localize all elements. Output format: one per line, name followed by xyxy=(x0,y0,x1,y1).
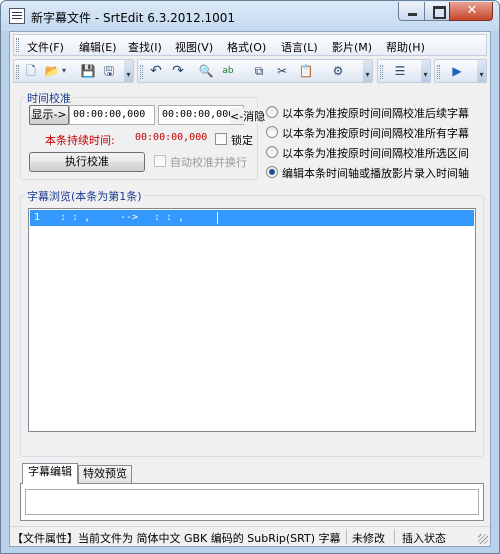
app-window: 新字幕文件 - SrtEdit 6.3.2012.1001 ✕ 文件(F) 编辑… xyxy=(0,0,500,554)
title-bar[interactable]: 新字幕文件 - SrtEdit 6.3.2012.1001 ✕ xyxy=(1,1,499,31)
tab-subtitle-edit[interactable]: 字幕编辑 xyxy=(22,463,78,484)
start-time-field[interactable]: 00:00:00,000 xyxy=(69,105,155,125)
option-label-range[interactable]: 以本条为准按原时间间隔校准所选区间 xyxy=(282,145,469,161)
lock-checkbox[interactable] xyxy=(215,133,227,145)
resize-grip[interactable] xyxy=(478,534,488,544)
toolbar-grip[interactable] xyxy=(140,65,143,79)
display-button[interactable]: 显示-> xyxy=(29,105,69,125)
replace-icon[interactable]: ab xyxy=(220,63,236,79)
row-index: 1 xyxy=(34,212,41,223)
save-icon[interactable]: 💾 xyxy=(80,63,96,79)
cut-icon[interactable]: ✂ xyxy=(274,63,290,79)
toolbar-grip[interactable] xyxy=(437,65,440,79)
open-folder-icon[interactable]: 📂 xyxy=(44,63,60,79)
paste-icon[interactable]: 📋 xyxy=(298,63,314,79)
option-radio-edit-timeline[interactable] xyxy=(266,166,278,178)
find-icon[interactable]: 🔍 xyxy=(198,63,214,79)
toolbar-overflow-chevron[interactable]: ▾ xyxy=(477,60,486,82)
toolbar-overflow-chevron[interactable]: ▾ xyxy=(421,60,430,82)
menu-format[interactable]: 格式(O) xyxy=(227,39,266,55)
menu-grip[interactable] xyxy=(16,38,19,52)
lock-label: 锁定 xyxy=(231,134,253,147)
toolbar-play-group: ▶ ▾ xyxy=(434,59,487,83)
option-label-all[interactable]: 以本条为准按原时间间隔校准所有字幕 xyxy=(282,125,469,141)
subtitle-edit-input[interactable] xyxy=(25,489,479,515)
duration-value: 00:00:00,000 xyxy=(135,132,208,143)
redo-icon[interactable]: ↷ xyxy=(170,63,186,79)
option-radio-all[interactable] xyxy=(266,126,278,138)
menu-edit[interactable]: 编辑(E) xyxy=(79,39,117,55)
toolbar-grip[interactable] xyxy=(380,65,383,79)
toolbar-edit-group: ↶ ↷ 🔍 ab ⧉ ✂ 📋 ⚙ ▾ xyxy=(137,59,373,83)
option-radio-range[interactable] xyxy=(266,146,278,158)
copy-icon[interactable]: ⧉ xyxy=(251,63,267,79)
subtitle-browse-legend: 字幕浏览(本条为第1条) xyxy=(25,188,144,204)
row-arrow: --> xyxy=(120,212,139,223)
toolbar-view-group: ☰ ▾ xyxy=(377,59,431,83)
auto-calibrate-label: 自动校准并换行 xyxy=(170,156,247,169)
toolbar-file-group: 🗋 📂 ▾ 💾 🖫 ▾ xyxy=(13,59,134,83)
row-start-time: : : , xyxy=(60,212,91,223)
status-separator xyxy=(346,529,347,544)
main-frame: 文件(F) 编辑(E) 查找(I) 视图(V) 格式(O) 语言(L) 影片(M… xyxy=(9,31,491,547)
toolbar-overflow-chevron[interactable]: ▾ xyxy=(363,60,372,82)
list-icon[interactable]: ☰ xyxy=(392,63,408,79)
status-separator xyxy=(394,529,395,544)
open-dropdown-icon[interactable]: ▾ xyxy=(60,63,68,79)
toolbar-grip[interactable] xyxy=(16,65,19,79)
menu-help[interactable]: 帮助(H) xyxy=(386,39,425,55)
time-calibration-group: 时间校准 显示-> 00:00:00,000 00:00:00,000 <-消隐… xyxy=(20,90,266,180)
window-title: 新字幕文件 - SrtEdit 6.3.2012.1001 xyxy=(31,11,236,25)
play-icon[interactable]: ▶ xyxy=(449,63,465,79)
undo-icon[interactable]: ↶ xyxy=(148,63,164,79)
menu-file[interactable]: 文件(F) xyxy=(27,39,64,55)
option-radio-following[interactable] xyxy=(266,106,278,118)
row-end-time: : : , xyxy=(154,212,185,223)
row-divider xyxy=(217,212,218,224)
time-calibration-legend: 时间校准 xyxy=(25,90,73,106)
toolbar-overflow-chevron[interactable]: ▾ xyxy=(124,60,133,82)
close-icon: ✕ xyxy=(466,3,478,18)
execute-calibration-button[interactable]: 执行校准 xyxy=(29,152,145,172)
close-button[interactable]: ✕ xyxy=(449,2,493,21)
menu-find[interactable]: 查找(I) xyxy=(128,39,162,55)
tab-effect-preview[interactable]: 特效预览 xyxy=(78,465,132,483)
save-as-icon[interactable]: 🖫 xyxy=(101,63,117,79)
app-icon xyxy=(9,8,25,24)
status-mode: 插入状态 xyxy=(402,532,446,545)
status-bar: 【文件属性】当前文件为 简体中文 GBK 编码的 SubRip(SRT) 字幕 … xyxy=(10,526,490,546)
option-label-following[interactable]: 以本条为准按原时间间隔校准后续字幕 xyxy=(282,105,469,121)
settings-icon[interactable]: ⚙ xyxy=(330,63,346,79)
duration-label: 本条持续时间: xyxy=(45,134,115,147)
status-file-info: 【文件属性】当前文件为 简体中文 GBK 编码的 SubRip(SRT) 字幕 xyxy=(12,532,341,545)
new-file-icon[interactable]: 🗋 xyxy=(23,63,39,79)
menu-language[interactable]: 语言(L) xyxy=(281,39,318,55)
minimize-button[interactable] xyxy=(398,2,425,21)
subtitle-edit-panel xyxy=(20,483,484,521)
toolbar: 🗋 📂 ▾ 💾 🖫 ▾ ↶ ↷ 🔍 ab ⧉ ✂ 📋 ⚙ ▾ ☰ ▾ ▶ ▾ xyxy=(13,59,487,83)
list-item[interactable]: 1 : : , --> : : , xyxy=(30,210,474,226)
status-modified: 未修改 xyxy=(352,532,385,545)
cancel-label[interactable]: <-消隐 xyxy=(230,108,266,124)
maximize-button[interactable] xyxy=(424,2,450,21)
menu-bar: 文件(F) 编辑(E) 查找(I) 视图(V) 格式(O) 语言(L) 影片(M… xyxy=(13,34,487,56)
subtitle-list[interactable]: 1 : : , --> : : , xyxy=(28,208,476,432)
menu-movie[interactable]: 影片(M) xyxy=(332,39,372,55)
menu-view[interactable]: 视图(V) xyxy=(175,39,213,55)
auto-calibrate-checkbox[interactable] xyxy=(154,155,166,167)
option-label-edit-timeline[interactable]: 编辑本条时间轴或播放影片录入时间轴 xyxy=(282,165,469,181)
